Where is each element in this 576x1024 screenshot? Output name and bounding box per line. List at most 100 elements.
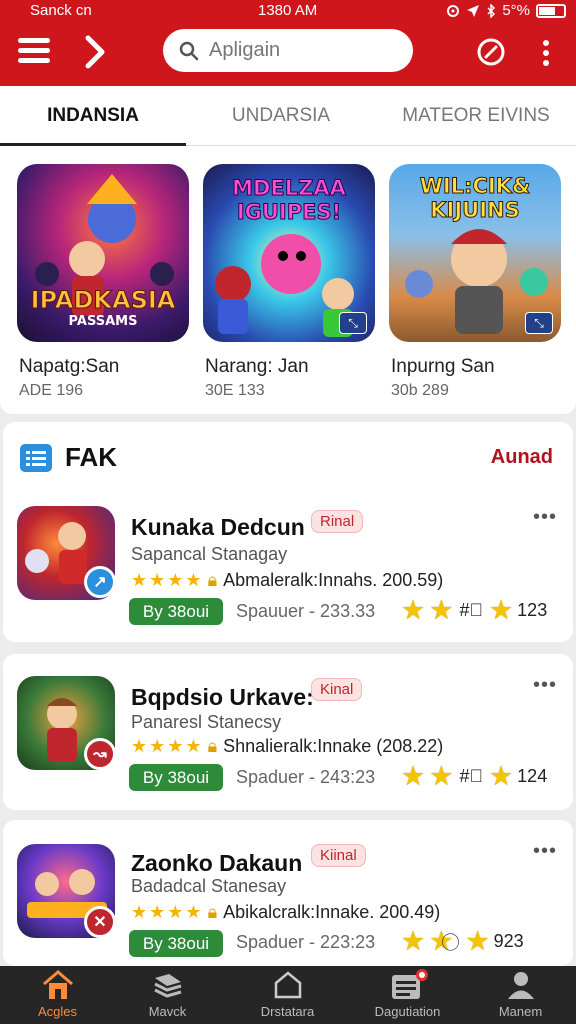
menu-button[interactable] xyxy=(18,38,50,68)
navigation-icon xyxy=(467,4,480,17)
tab-undarsia[interactable]: UNDARSIA xyxy=(186,86,376,146)
list-item[interactable]: ↗ Kunaka Dedcun Rinal ••• Sapancal Stana… xyxy=(3,500,573,642)
list-item[interactable]: ↝ Bqpdsio Urkave: Kinal ••• Panaresl Sta… xyxy=(3,654,573,810)
featured-art-title: IPADKASIA xyxy=(30,286,176,315)
star-icon: ★ xyxy=(488,761,514,791)
clock: 1380 AM xyxy=(258,2,318,19)
star-icon: ★ xyxy=(131,570,148,590)
nav-item-home[interactable]: Acgles xyxy=(0,966,115,1024)
status-bar: Sanck cn 1380 AM 5°% xyxy=(0,0,576,22)
expand-icon[interactable]: ⤡ xyxy=(339,312,367,334)
search-input[interactable] xyxy=(209,39,389,62)
close-badge-icon: ✕ xyxy=(84,906,116,938)
rating-count: 123 xyxy=(517,600,548,620)
star-icon: ★ xyxy=(429,761,454,791)
tab-indansia[interactable]: INDANSIA xyxy=(0,86,186,146)
featured-name: Napatg:San xyxy=(19,356,120,377)
app-tag: Rinal xyxy=(311,510,364,533)
star-icon: ★ xyxy=(149,902,166,922)
home-icon xyxy=(42,970,73,999)
search-bar[interactable] xyxy=(163,29,413,72)
buy-button[interactable]: By 38oui xyxy=(129,764,223,791)
featured-name: Inpurng San xyxy=(391,356,495,377)
expand-icon[interactable]: ⤡ xyxy=(525,312,553,334)
nav-item-mavck[interactable]: Mavck xyxy=(110,966,225,1024)
star-rating: ★ ★ #⃝ ★ 123 xyxy=(401,595,547,626)
compass-icon[interactable] xyxy=(476,37,506,67)
lock-icon: 🔒︎ xyxy=(207,902,218,922)
lock-icon: 🔒︎ xyxy=(207,736,218,756)
star-icon: ★ xyxy=(401,761,426,791)
section-header: FAK xyxy=(19,442,117,473)
list-item[interactable]: ✕ Zaonko Dakaun Kiinal ••• Badadcal Stan… xyxy=(3,820,573,966)
app-subtitle: Panaresl Stanecsy xyxy=(131,712,282,732)
top-app-bar: Sanck cn 1380 AM 5°% xyxy=(0,0,576,86)
trend-badge-icon: ↝ xyxy=(84,738,116,770)
star-icon: ★ xyxy=(401,595,426,625)
featured-art-subtitle: PASSAMS xyxy=(68,314,138,329)
star-icon: ★ xyxy=(488,595,514,625)
star-icon: ★ xyxy=(185,570,202,590)
buy-button[interactable]: By 38oui xyxy=(129,598,223,625)
star-rating: ★★ ⃝ ★ 923 xyxy=(401,926,524,957)
star-icon: ★ xyxy=(149,736,166,756)
featured-meta: 30b 289 xyxy=(391,382,449,399)
app-tag: Kiinal xyxy=(311,844,366,867)
price-text: Spaduer - 223:23 xyxy=(236,932,376,952)
section-title: FAK xyxy=(65,442,117,472)
battery-percent: 5°% xyxy=(502,2,530,19)
star-icon: ★ xyxy=(167,570,184,590)
rating-text: Shnalieralk:Innake (208.22) xyxy=(223,736,444,756)
list-icon xyxy=(20,443,52,472)
app-name: Zaonko Dakaun xyxy=(131,850,303,876)
price-text: Spaduer - 243:23 xyxy=(236,767,376,787)
star-icon: ★ xyxy=(465,926,490,956)
nav-label: Acgles xyxy=(37,1004,78,1019)
featured-card[interactable]: MDELZAA IGUIPES! ⤡ Narang: Jan 30E 133 xyxy=(203,164,375,400)
half-star-icon: #⃝ xyxy=(459,766,483,786)
featured-artwork: MDELZAA IGUIPES! ⤡ xyxy=(203,164,375,342)
more-vertical-icon[interactable] xyxy=(536,38,556,68)
rating-row: ★ ★ ★ ★ 🔒︎ Shnalieralk:Innake (208.22) xyxy=(131,736,443,757)
featured-meta: ADE 196 xyxy=(19,382,84,399)
rating-count: 124 xyxy=(517,766,548,786)
calendar-icon xyxy=(391,969,428,999)
more-horizontal-icon[interactable]: ••• xyxy=(533,506,557,529)
section-see-all-link[interactable]: Aunad xyxy=(491,446,553,469)
rating-text: Abmaleralk:Innahs. 200.59) xyxy=(223,570,444,590)
star-icon: ★ xyxy=(167,902,184,922)
rating-count: 923 xyxy=(493,931,524,951)
nav-item-dagutiation[interactable]: Dagutiation xyxy=(350,966,465,1024)
tab-mateor-eivins[interactable]: MATEOR EIVINS xyxy=(376,86,576,146)
nav-item-drstatara[interactable]: Drstatara xyxy=(230,966,345,1024)
star-icon: ★ xyxy=(167,736,184,756)
app-subtitle: Sapancal Stanagay xyxy=(131,544,288,564)
featured-card[interactable]: IPADKASIA PASSAMS Napatg:San ADE 196 xyxy=(17,164,189,400)
featured-name: Narang: Jan xyxy=(205,356,309,377)
status-icons: 5°% xyxy=(446,2,566,19)
rating-row: ★ ★ ★ ★ 🔒︎ Abmaleralk:Innahs. 200.59) xyxy=(131,570,443,591)
more-horizontal-icon[interactable]: ••• xyxy=(533,674,557,697)
bottom-navigation: Acgles Mavck Drstatara Dagutiation Manem xyxy=(0,966,576,1024)
price-text: Spauuer - 233.33 xyxy=(236,601,376,621)
more-horizontal-icon[interactable]: ••• xyxy=(533,840,557,863)
nav-label: Manem xyxy=(498,1004,543,1019)
half-star-icon: #⃝ xyxy=(459,600,483,620)
star-rating: ★ ★ #⃝ ★ 124 xyxy=(401,761,547,792)
chevron-right-icon[interactable] xyxy=(80,34,110,70)
nav-label: Drstatara xyxy=(260,1004,315,1019)
search-icon xyxy=(179,41,199,60)
carrier-label: Sanck cn xyxy=(30,2,92,19)
nav-item-manem[interactable]: Manem xyxy=(463,966,576,1024)
nav-label: Dagutiation xyxy=(374,1004,441,1019)
house-outline-icon xyxy=(274,971,301,999)
featured-card[interactable]: WIL:CIK& KIJUINS ⤡ Inpurng San 30b 289 xyxy=(389,164,561,400)
app-subtitle: Badadcal Stanesay xyxy=(131,876,287,896)
buy-button[interactable]: By 38oui xyxy=(129,930,223,957)
star-icon: ★ xyxy=(429,595,454,625)
battery-icon xyxy=(536,3,566,18)
featured-meta: 30E 133 xyxy=(205,382,265,399)
star-icon: ★ xyxy=(429,926,454,956)
star-icon: ★ xyxy=(131,902,148,922)
star-icon: ★ xyxy=(185,736,202,756)
